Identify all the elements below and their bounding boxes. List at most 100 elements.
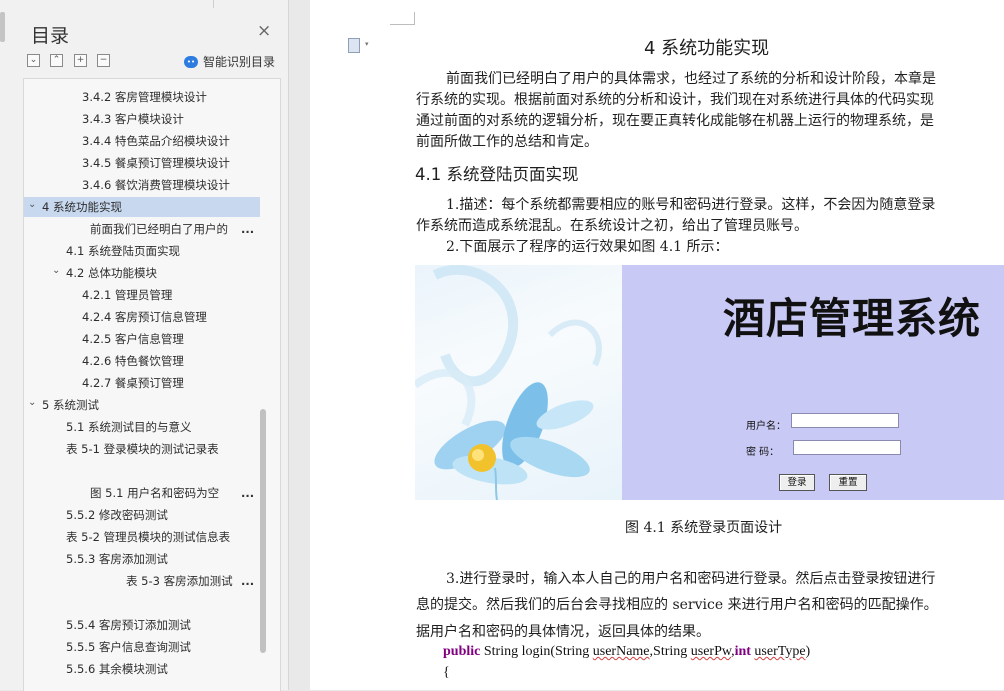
intro-line: 行系统的实现。根据前面对系统的分析和设计，我们现在对系统进行具体的代码实现 [416,92,934,108]
toc-item[interactable]: 表 5-3 客房添加测试... [24,571,254,591]
toc-item-label: 4.2.5 客户信息管理 [82,332,184,346]
close-icon[interactable]: × [257,23,271,40]
toc-item-label: 图 5.1 用户名和密码为空 [90,486,220,500]
login-button: 登录 [779,474,815,491]
toc-item[interactable]: 4.2.5 客户信息管理 [24,329,254,349]
toc-item[interactable]: 4.2.7 餐桌预订管理 [24,373,254,393]
toc-item-label: 3.4.4 特色菜品介绍模块设计 [82,134,230,148]
toc-item-label: 5.1 系统测试目的与意义 [66,420,192,434]
toc-item-label: 4.2.7 餐桌预订管理 [82,376,184,390]
figure-caption: 图 4.1 系统登录页面设计 [625,520,783,536]
toc-item-label: 4.2.1 管理员管理 [82,288,173,302]
pane-top-strip [0,0,288,8]
remove-heading-icon[interactable]: − [97,54,110,67]
collapse-all-icon[interactable]: ⌄ [27,54,40,67]
toc-item[interactable]: 5.1 系统测试目的与意义 [24,417,254,437]
toc-item[interactable]: 5.5.5 客户信息查询测试 [24,637,254,657]
step3-line: 息的提交。然后我们的后台会寻找相应的 service 来进行用户名和密码的匹配操… [416,597,938,613]
step3-line: 据用户名和密码的具体情况，返回具体的结果。 [416,624,710,640]
navigation-pane: 目录 × ⌄ ⌃ + − •• 智能识别目录 3.4.2 客房管理模块设计 3.4… [0,0,289,691]
decorative-panel [415,265,622,500]
toc-item-label: 5.5.4 客房预订添加测试 [66,618,191,632]
toc-item[interactable]: 4.1 系统登陆页面实现 [24,241,254,261]
toc-item-label: 3.4.6 餐饮消费管理模块设计 [82,178,230,192]
intro-line: 前面我们已经明白了用户的具体需求，也经过了系统的分析和设计阶段，本章是 [446,71,936,87]
login-screenshot-figure: 酒店管理系统 用户名： 密 码： 登录 重置 [415,265,1004,500]
flower-illustration [415,265,602,500]
toc-item[interactable]: 4.2.4 客房预订信息管理 [24,307,254,327]
toc-item-label: 3.4.3 客户模块设计 [82,112,184,126]
page-options-icon[interactable] [348,38,360,53]
password-label: 密 码： [746,447,780,458]
step3-line: 3.进行登录时，输入本人自己的用户名和密码进行登录。然后点击登录按钮进行 [446,571,936,587]
toc-item[interactable]: 4.2.6 特色餐饮管理 [24,351,254,371]
toc-item[interactable]: ⌄ 5 系统测试 [24,395,254,415]
toc-item[interactable]: 5.5.2 修改密码测试 [24,505,254,525]
toc-item[interactable]: 表 5-2 管理员模块的测试信息表 [24,527,254,547]
code-param: userPw [690,644,732,659]
intro-line: 通过前面的对系统的逻辑分析，现在要正真转化成能够在机器上运行的物理系统，是 [416,113,934,129]
code-text: ,String [649,644,691,659]
toc-item[interactable]: 3.4.3 客户模块设计 [24,109,254,129]
section-title: 4.1 系统登陆页面实现 [415,165,579,184]
toc-item-label: 4.2.4 客房预订信息管理 [82,310,207,324]
toc-scrollbar[interactable] [260,409,266,653]
chevron-down-icon[interactable]: ⌄ [28,195,36,215]
toc-item[interactable]: 4.2.1 管理员管理 [24,285,254,305]
toc-item-label: 前面我们已经明白了用户的 [90,222,228,236]
ai-icon: •• [184,55,198,68]
toc-item-label: 表 5-1 登录模块的测试记录表 [66,442,219,456]
chevron-down-icon[interactable]: ⌄ [28,393,36,413]
toc-item-label: 表 5-2 管理员模块的测试信息表 [66,530,231,544]
toc-item-label: 3.4.2 客房管理模块设计 [82,90,207,104]
toc-item-label: 4.2 总体功能模块 [66,266,157,280]
toc-item[interactable]: 前面我们已经明白了用户的... [24,219,254,239]
smart-toc-button[interactable]: •• 智能识别目录 [184,53,275,70]
toc-item-ellipsis: ... [241,486,255,500]
add-heading-icon[interactable]: + [74,54,87,67]
toc-item[interactable]: 3.4.6 餐饮消费管理模块设计 [24,175,254,195]
code-line-signature: public String login(String userName,Stri… [443,644,810,660]
code-param: userName [592,644,650,659]
description-line: 2.下面展示了程序的运行效果如图 4.1 所示： [446,239,729,255]
document-area: ▾ 4 系统功能实现 前面我们已经明白了用户的具体需求，也经过了系统的分析和设计… [289,0,1004,690]
intro-line: 前面所做工作的总结和肯定。 [416,134,598,150]
toc-item[interactable]: 图 5.1 用户名和密码为空... [24,483,254,503]
username-input [791,413,899,428]
expand-all-icon[interactable]: ⌃ [50,54,63,67]
toc-item-label: 4.1 系统登陆页面实现 [66,244,180,258]
toc-item[interactable]: 5.5.6 其余模块测试 [24,659,254,679]
toc-item[interactable]: ⌄ 4.2 总体功能模块 [24,263,254,283]
toc-item[interactable]: 3.4.4 特色菜品介绍模块设计 [24,131,254,151]
toc-title: 目录 [31,25,70,47]
toc-item[interactable]: 5.5.4 客房预订添加测试 [24,615,254,635]
toc-item-ellipsis: ... [241,222,255,236]
description-line: 作系统而造成系统混乱。在系统设计之初，给出了管理员账号。 [416,218,808,234]
chevron-down-icon[interactable]: ⌄ [52,261,60,281]
code-line-brace: { [443,665,450,680]
document-page: ▾ 4 系统功能实现 前面我们已经明白了用户的具体需求，也经过了系统的分析和设计… [310,0,1004,690]
chevron-down-icon[interactable]: ▾ [365,40,369,48]
toc-item-label: 3.4.5 餐桌预订管理模块设计 [82,156,230,170]
toc-item-label: 5.5.2 修改密码测试 [66,508,168,522]
page-corner-mark [390,12,415,25]
toc-item[interactable]: 5.5.3 客房添加测试 [24,549,254,569]
toc-item-label: 5 系统测试 [42,398,99,412]
toc-item-label: 5.5.5 客户信息查询测试 [66,640,191,654]
toc-item-label: 5.5.3 客房添加测试 [66,552,168,566]
code-keyword: int [734,644,751,659]
pane-scroll-thumb[interactable] [0,12,5,42]
toc-item-ellipsis: ... [241,574,255,588]
toc-item[interactable]: 3.4.5 餐桌预订管理模块设计 [24,153,254,173]
toc-item-label: 4.2.6 特色餐饮管理 [82,354,184,368]
toc-list: 3.4.2 客房管理模块设计 3.4.3 客户模块设计 3.4.4 特色菜品介绍模块… [23,78,281,691]
toc-item-label: 表 5-3 客房添加测试 [126,574,233,588]
toc-item[interactable]: ⌄ 4 系统功能实现 [24,197,260,217]
code-text: String login(String [480,644,593,659]
toc-item[interactable]: 表 5-1 登录模块的测试记录表 [24,439,254,459]
code-keyword: public [443,644,481,659]
description-line: 1.描述：每个系统都需要相应的账号和密码进行登录。这样，不会因为随意登录 [446,197,936,213]
toc-item-label: 4 系统功能实现 [42,200,122,214]
toc-item[interactable]: 3.4.2 客房管理模块设计 [24,87,254,107]
system-banner-title: 酒店管理系统 [723,294,982,343]
